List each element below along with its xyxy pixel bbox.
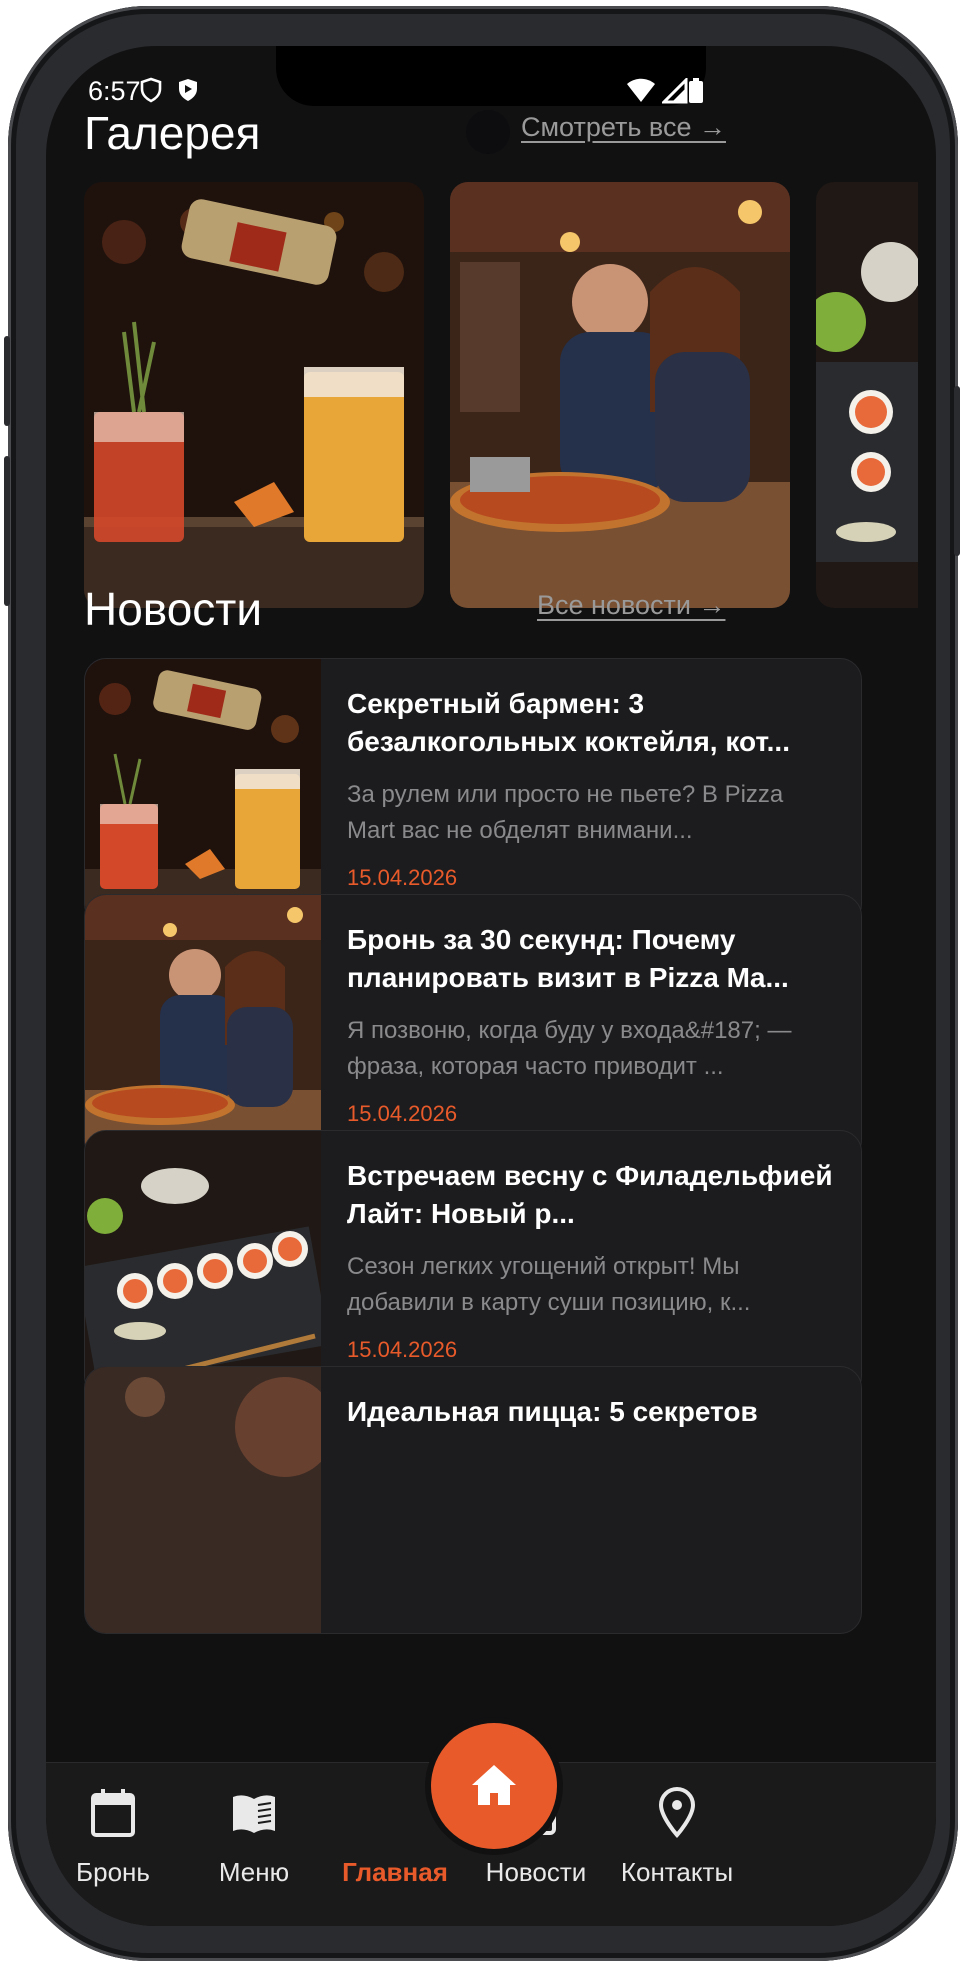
- cellular-signal-icon: [662, 78, 688, 104]
- news-card[interactable]: Бронь за 30 секунд: Почему планировать в…: [84, 894, 862, 1162]
- news-card-date: 15.04.2026: [347, 865, 458, 890]
- status-time: 6:57: [88, 76, 141, 106]
- gallery-image-cocktails[interactable]: [84, 182, 424, 608]
- phone-side-button: [4, 336, 10, 426]
- news-card-title: Встречаем весну с Филадельфией Лайт: Нов…: [347, 1160, 833, 1229]
- shield-icon: [140, 77, 162, 103]
- news-title: Новости: [84, 583, 263, 635]
- sushi-photo: [816, 182, 918, 608]
- news-thumbnail-sushi: [85, 1131, 321, 1397]
- home-icon: [472, 1765, 516, 1805]
- news-card-description: Я позвоню, когда буду у входа&#187; — фр…: [347, 1017, 792, 1080]
- book-icon: [233, 1795, 275, 1833]
- gallery-title: Галерея: [84, 107, 261, 159]
- gallery-see-all-link[interactable]: Смотреть все →: [521, 112, 726, 143]
- cocktails-photo: [84, 182, 424, 608]
- news-card-date: 15.04.2026: [347, 1337, 458, 1362]
- location-pin-icon: [658, 1787, 696, 1839]
- battery-icon: [689, 78, 703, 103]
- couple-pizza-photo: [450, 182, 790, 608]
- phone-frame: 6:57 Галерея Смотреть все → Новости Все …: [4, 6, 960, 1961]
- bottom-navigation: Бронь Меню Главная Новости Контакты: [46, 1723, 936, 1926]
- news-card[interactable]: Встречаем весну с Филадельфией Лайт: Нов…: [84, 1130, 862, 1398]
- news-card-description: За рулем или просто не пьете? В Pizza Ma…: [347, 781, 784, 844]
- news-card[interactable]: Идеальная пицца: 5 секретов: [84, 1366, 862, 1634]
- phone-side-button: [4, 456, 10, 606]
- news-thumbnail-couple: [85, 895, 321, 1161]
- front-camera: [466, 110, 510, 154]
- shield-filled-icon: [179, 79, 197, 101]
- nav-item-contacts[interactable]: Контакты: [592, 1763, 762, 1913]
- news-card-title: Бронь за 30 секунд: Почему планировать в…: [347, 924, 789, 993]
- wifi-icon: [627, 78, 655, 102]
- news-card-description: Сезон легких угощений открыт! Мы добавил…: [347, 1253, 751, 1316]
- news-thumbnail-pizza: [85, 1367, 321, 1633]
- app-screen: 6:57 Галерея Смотреть все → Новости Все …: [46, 46, 936, 1926]
- news-thumbnail-cocktails: [85, 659, 321, 925]
- news-card-date: 15.04.2026: [347, 1101, 458, 1126]
- news-see-all-link[interactable]: Все новости →: [537, 590, 725, 621]
- gallery-carousel[interactable]: [84, 182, 918, 608]
- nav-label: Контакты: [620, 1857, 734, 1887]
- calendar-icon: [91, 1789, 135, 1837]
- news-card[interactable]: Секретный бармен: 3 безалкогольных кокте…: [84, 658, 862, 926]
- home-button[interactable]: [431, 1723, 557, 1849]
- gallery-image-couple[interactable]: [450, 182, 790, 608]
- gallery-image-sushi[interactable]: [816, 182, 918, 608]
- phone-side-button: [954, 386, 960, 556]
- news-card-title: Секретный бармен: 3 безалкогольных кокте…: [347, 688, 790, 757]
- news-card-title: Идеальная пицца: 5 секретов: [347, 1396, 758, 1427]
